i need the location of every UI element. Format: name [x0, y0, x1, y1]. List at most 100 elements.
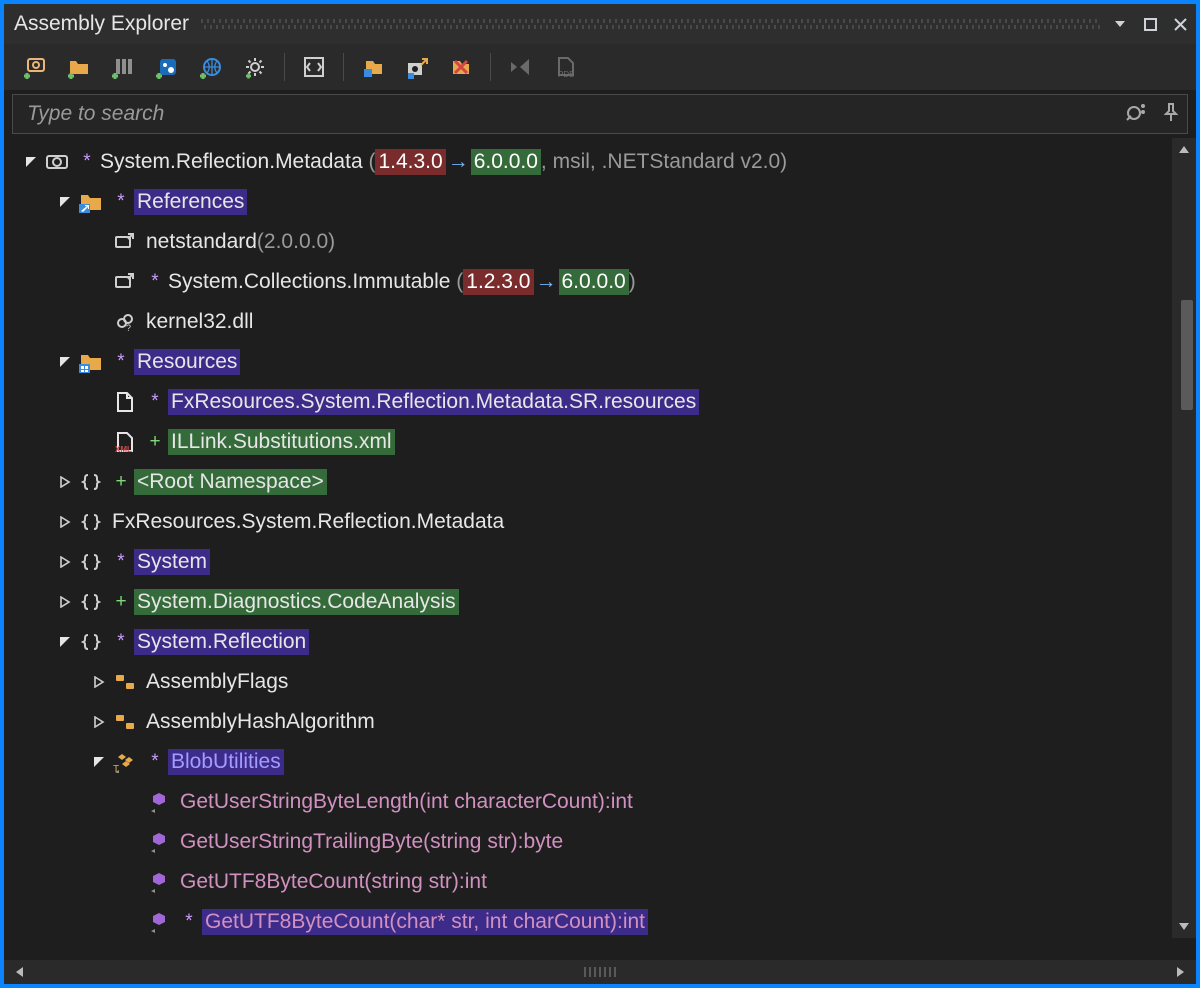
- type-assemblyhash[interactable]: AssemblyHashAlgorithm: [4, 702, 1196, 742]
- scroll-right-icon[interactable]: [1166, 960, 1196, 984]
- delete-button[interactable]: [440, 46, 482, 88]
- method-signature: GetUserStringTrailingByte(string str):by…: [180, 830, 563, 854]
- reference-netstandard[interactable]: netstandard (2.0.0.0): [4, 222, 1196, 262]
- export-button[interactable]: [396, 46, 438, 88]
- scroll-down-icon[interactable]: [1172, 916, 1196, 938]
- method-signature: GetUTF8ByteCount(char* str, int charCoun…: [202, 909, 648, 935]
- type-name: AssemblyHashAlgorithm: [146, 710, 375, 734]
- open-folder-button[interactable]: [58, 46, 100, 88]
- search-options-icon[interactable]: [1125, 102, 1149, 127]
- vertical-scrollbar[interactable]: [1172, 138, 1196, 938]
- namespace-icon: [78, 549, 104, 575]
- open-url-button[interactable]: [190, 46, 232, 88]
- modified-marker: *: [146, 751, 164, 773]
- dropdown-icon[interactable]: [1112, 16, 1128, 32]
- namespace-icon: [78, 469, 104, 495]
- chevron-right-icon[interactable]: [90, 673, 108, 691]
- version-old: 1.2.3.0: [463, 269, 533, 295]
- chevron-down-icon[interactable]: [56, 193, 74, 211]
- assembly-node[interactable]: * System.Reflection.Metadata ( 1.4.3.0 →…: [4, 142, 1196, 182]
- xml-file-icon: XML: [112, 429, 138, 455]
- references-label: References: [134, 189, 247, 215]
- namespace-icon: [78, 509, 104, 535]
- vs-button[interactable]: [499, 46, 541, 88]
- class-internal-icon: T: [112, 749, 138, 775]
- resource-name: FxResources.System.Reflection.Metadata.S…: [168, 389, 699, 415]
- reference-icon: [112, 229, 138, 255]
- modified-marker: *: [112, 351, 130, 373]
- view-code-button[interactable]: [293, 46, 335, 88]
- open-paren: (: [450, 270, 463, 294]
- type-name: BlobUtilities: [168, 749, 284, 775]
- namespace-name: System: [134, 549, 210, 575]
- chevron-down-icon[interactable]: [22, 153, 40, 171]
- scroll-left-icon[interactable]: [4, 960, 34, 984]
- chevron-right-icon[interactable]: [56, 513, 74, 531]
- namespace-diagnostics[interactable]: + System.Diagnostics.CodeAnalysis: [4, 582, 1196, 622]
- close-icon[interactable]: [1172, 16, 1188, 32]
- horizontal-scrollbar[interactable]: [0, 960, 1200, 988]
- arrow-icon: →: [534, 270, 559, 294]
- method-signature: GetUTF8ByteCount(string str):int: [180, 870, 487, 894]
- references-node[interactable]: * References: [4, 182, 1196, 222]
- reference-sci[interactable]: * System.Collections.Immutable ( 1.2.3.0…: [4, 262, 1196, 302]
- chevron-right-icon[interactable]: [56, 473, 74, 491]
- namespace-root[interactable]: + <Root Namespace>: [4, 462, 1196, 502]
- chevron-down-icon[interactable]: [56, 633, 74, 651]
- modified-marker: *: [78, 151, 96, 173]
- title-bar: Assembly Explorer: [0, 0, 1200, 44]
- added-marker: +: [112, 591, 130, 613]
- scroll-up-icon[interactable]: [1172, 138, 1196, 160]
- toolbar-separator: [343, 53, 344, 81]
- namespace-name: System.Reflection: [134, 629, 309, 655]
- namespace-icon: [78, 629, 104, 655]
- chevron-right-icon[interactable]: [90, 713, 108, 731]
- add-assembly-button[interactable]: [14, 46, 56, 88]
- pdb-button[interactable]: PDB: [543, 46, 585, 88]
- scrollbar-track[interactable]: [1172, 160, 1196, 916]
- folder-link-icon: [78, 189, 104, 215]
- window-buttons: [1112, 16, 1188, 32]
- resource-illink[interactable]: XML + ILLink.Substitutions.xml: [4, 422, 1196, 462]
- assembly-name: System.Reflection.Metadata: [100, 150, 363, 174]
- chevron-right-icon[interactable]: [56, 553, 74, 571]
- view-references-button[interactable]: [352, 46, 394, 88]
- settings-button[interactable]: [234, 46, 276, 88]
- search-input[interactable]: [27, 102, 1125, 126]
- namespace-system[interactable]: * System: [4, 542, 1196, 582]
- enum-icon: [112, 709, 138, 735]
- toolbar-separator: [490, 53, 491, 81]
- namespace-fxresources[interactable]: FxResources.System.Reflection.Metadata: [4, 502, 1196, 542]
- scrollbar-thumb[interactable]: [1181, 300, 1193, 410]
- chevron-right-icon[interactable]: [56, 593, 74, 611]
- enum-icon: [112, 669, 138, 695]
- resource-name: ILLink.Substitutions.xml: [168, 429, 395, 455]
- method-getutf8bytecount-charptr[interactable]: * GetUTF8ByteCount(char* str, int charCo…: [4, 902, 1196, 942]
- assembly-tree[interactable]: * System.Reflection.Metadata ( 1.4.3.0 →…: [4, 138, 1196, 960]
- open-gac-button[interactable]: [102, 46, 144, 88]
- close-paren: ): [629, 270, 636, 294]
- type-blobutilities[interactable]: T * BlobUtilities: [4, 742, 1196, 782]
- search-box[interactable]: [12, 94, 1188, 134]
- method-internal-icon: [146, 909, 172, 935]
- version-new: 6.0.0.0: [471, 149, 541, 175]
- method-getuserstringtrailingbyte[interactable]: GetUserStringTrailingByte(string str):by…: [4, 822, 1196, 862]
- toolbar: PDB: [0, 44, 1200, 90]
- pin-icon[interactable]: [1163, 102, 1179, 127]
- namespace-reflection[interactable]: * System.Reflection: [4, 622, 1196, 662]
- maximize-icon[interactable]: [1142, 16, 1158, 32]
- reference-kernel32[interactable]: ? kernel32.dll: [4, 302, 1196, 342]
- scrollbar-grip: [570, 967, 630, 977]
- namespace-icon: [78, 589, 104, 615]
- method-getutf8bytecount-string[interactable]: GetUTF8ByteCount(string str):int: [4, 862, 1196, 902]
- method-getuserstringbytelength[interactable]: GetUserStringByteLength(int characterCou…: [4, 782, 1196, 822]
- assembly-icon: [44, 149, 70, 175]
- open-nuget-button[interactable]: [146, 46, 188, 88]
- toolbar-separator: [284, 53, 285, 81]
- type-assemblyflags[interactable]: AssemblyFlags: [4, 662, 1196, 702]
- resources-label: Resources: [134, 349, 240, 375]
- chevron-down-icon[interactable]: [56, 353, 74, 371]
- resources-node[interactable]: * Resources: [4, 342, 1196, 382]
- resource-sr[interactable]: * FxResources.System.Reflection.Metadata…: [4, 382, 1196, 422]
- chevron-down-icon[interactable]: [90, 753, 108, 771]
